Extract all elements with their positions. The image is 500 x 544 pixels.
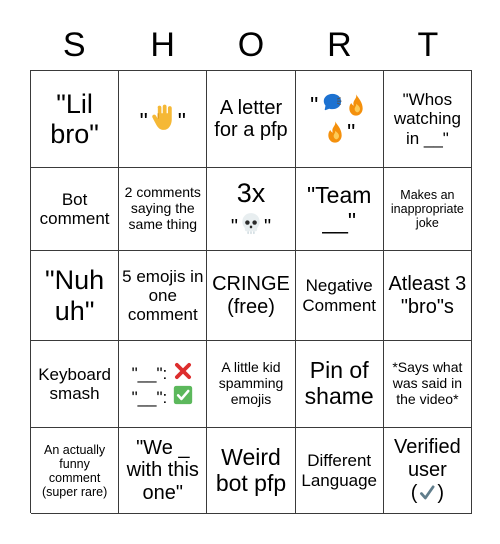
- bingo-cell-text: Pin of shame: [304, 357, 374, 409]
- bingo-cell-text: " ": [298, 91, 381, 146]
- bingo-cell-text: Different Language: [301, 451, 378, 490]
- bingo-card: S H O R T "Lil bro" " " A letter for a pf…: [0, 0, 500, 544]
- pointing-down-hand-icon: [148, 104, 178, 135]
- bingo-cell-text: 5 emojis in one comment: [122, 266, 204, 325]
- bingo-cell[interactable]: "Nuh uh": [31, 251, 120, 341]
- bingo-cell[interactable]: Verified user(): [383, 428, 472, 514]
- bingo-cell-free[interactable]: CRINGE (free): [207, 251, 296, 341]
- header-letter-r: R: [327, 26, 352, 64]
- bingo-cell-text: *Says what was said in the video*: [392, 359, 463, 407]
- bingo-cell[interactable]: "Lil bro": [31, 71, 120, 168]
- bingo-grid: "Lil bro" " " A letter for a pfp " " "Whos…: [30, 70, 472, 514]
- bingo-cell[interactable]: *Says what was said in the video*: [383, 341, 472, 428]
- header-letter-o: O: [237, 26, 265, 64]
- bingo-cell-text: A letter for a pfp: [214, 96, 288, 141]
- bingo-cell-text: CRINGE (free): [212, 273, 290, 318]
- bingo-cell[interactable]: 2 comments saying the same thing: [119, 168, 208, 251]
- bingo-cell[interactable]: Weird bot pfp: [207, 428, 296, 514]
- bingo-cell-text: "We _ with this one": [126, 436, 199, 504]
- bingo-cell-text: " ": [121, 103, 204, 136]
- bingo-cell[interactable]: Different Language: [295, 428, 384, 514]
- speaking-head-icon: [318, 93, 344, 119]
- check-mark-button-icon: [172, 385, 194, 408]
- header-letter-h: H: [150, 26, 175, 64]
- bingo-cell-text: Makes an inappropriate joke: [390, 188, 464, 230]
- bingo-cell[interactable]: A letter for a pfp: [207, 71, 296, 168]
- bingo-cell-text: Verified user(): [394, 436, 461, 505]
- bingo-cell-text: An actually funny comment (super rare): [41, 442, 108, 499]
- bingo-cell-text: A little kid spamming emojis: [218, 359, 284, 407]
- bingo-cell-text: Bot comment: [39, 189, 110, 228]
- bingo-header: S H O R T: [30, 22, 472, 68]
- cross-mark-icon: [172, 363, 194, 384]
- bingo-cell[interactable]: An actually funny comment (super rare): [31, 428, 120, 514]
- bingo-cell[interactable]: "We _ with this one": [119, 428, 208, 514]
- bingo-cell[interactable]: " ": [295, 71, 384, 168]
- bingo-cell-text: Negative Comment: [302, 276, 377, 315]
- bingo-cell[interactable]: Pin of shame: [295, 341, 384, 428]
- fire-icon: [344, 93, 368, 119]
- bingo-cell-text: "Nuh uh": [45, 265, 105, 326]
- bingo-cell-text: "Whos watching in __": [393, 90, 461, 148]
- header-letter-s: S: [62, 26, 86, 64]
- header-letter-t: T: [417, 26, 439, 64]
- bingo-cell-text: "__": "__":: [121, 360, 204, 408]
- bingo-cell[interactable]: " ": [119, 71, 208, 168]
- bingo-cell[interactable]: Negative Comment: [295, 251, 384, 341]
- skull-icon: [238, 209, 264, 240]
- bingo-cell-text: Atleast 3 "bro"s: [388, 273, 467, 318]
- bingo-cell-text: 3x " ": [230, 178, 272, 240]
- bingo-cell[interactable]: "Team __": [295, 168, 384, 251]
- bingo-cell[interactable]: Atleast 3 "bro"s: [383, 251, 472, 341]
- bingo-cell[interactable]: "Whos watching in __": [383, 71, 472, 168]
- bingo-cell[interactable]: "__": "__":: [119, 341, 208, 428]
- bingo-cell[interactable]: 5 emojis in one comment: [119, 251, 208, 341]
- bingo-cell-text: Weird bot pfp: [215, 443, 287, 496]
- fire-icon: [323, 120, 347, 146]
- bingo-cell[interactable]: 3x " ": [207, 168, 296, 251]
- bingo-cell-text: Keyboard smash: [38, 364, 111, 403]
- bingo-cell-text: "Team __": [306, 182, 372, 234]
- bingo-cell-text: 2 comments saying the same thing: [124, 184, 201, 232]
- check-mark-icon: [417, 480, 437, 504]
- bingo-cell[interactable]: A little kid spamming emojis: [207, 341, 296, 428]
- bingo-cell[interactable]: Bot comment: [31, 168, 120, 251]
- bingo-cell[interactable]: Makes an inappropriate joke: [383, 168, 472, 251]
- bingo-cell-text: "Lil bro": [50, 88, 99, 149]
- bingo-cell[interactable]: Keyboard smash: [31, 341, 120, 428]
